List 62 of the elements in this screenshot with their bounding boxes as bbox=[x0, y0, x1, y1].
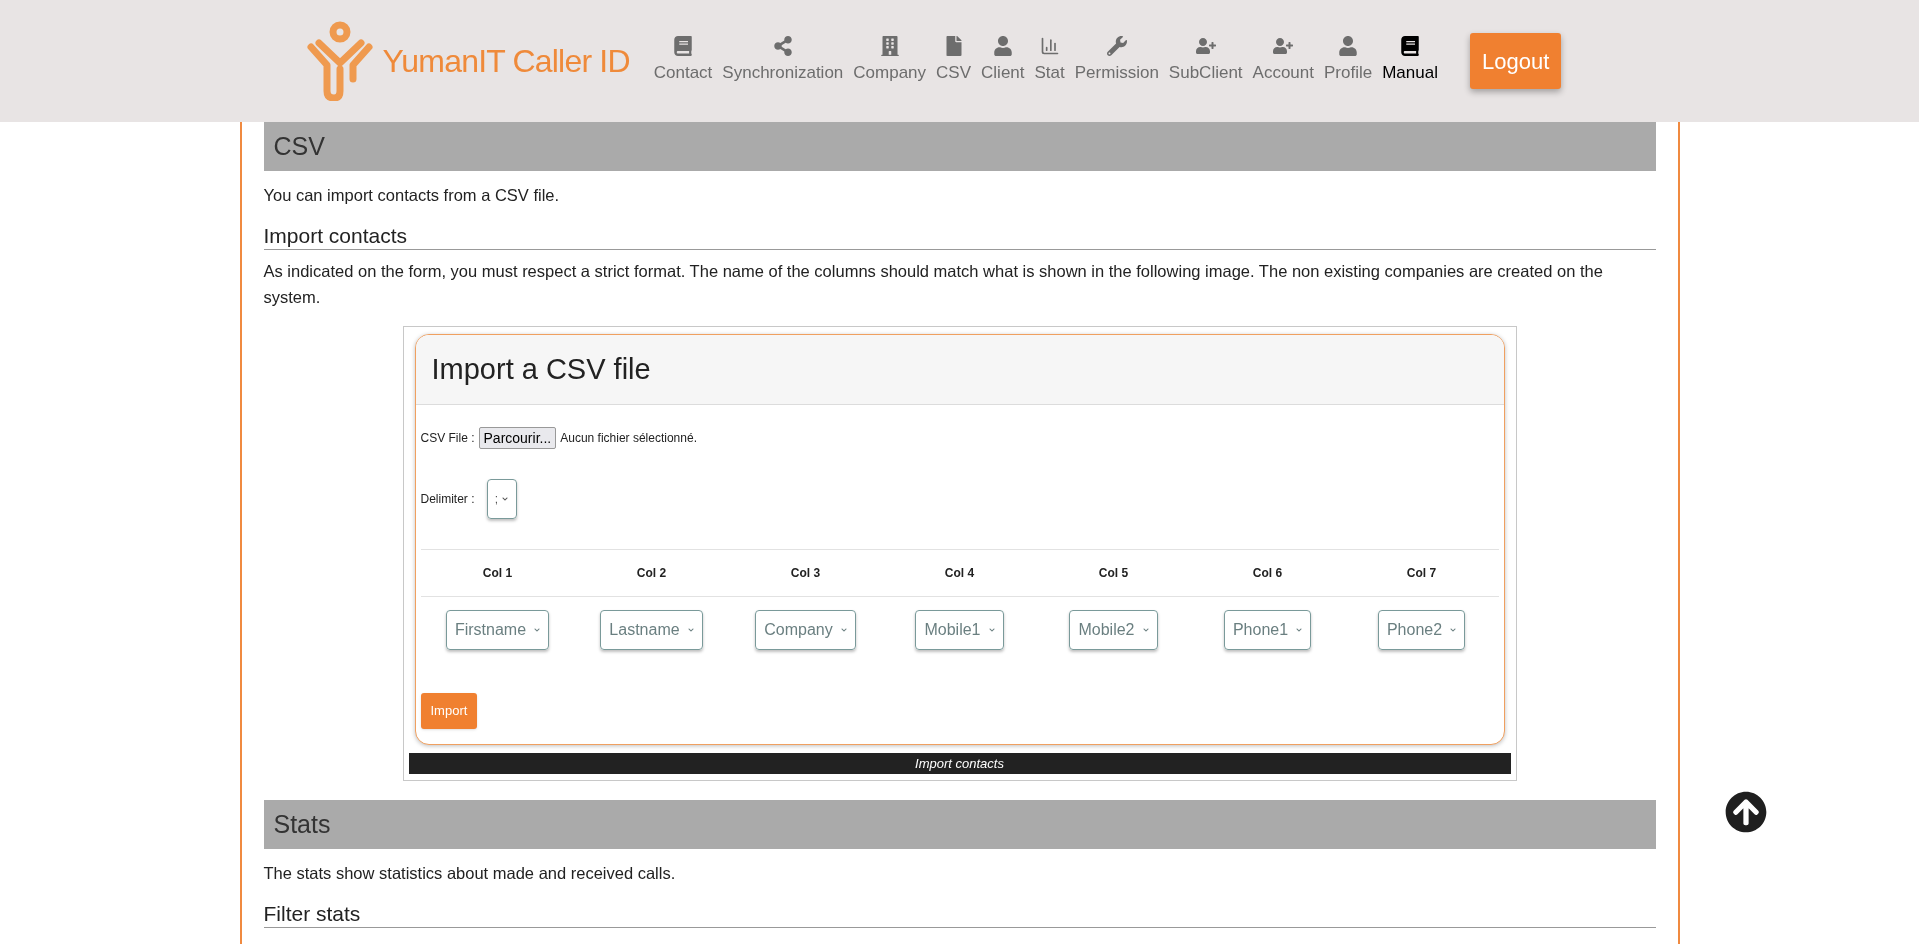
chevron-down-icon bbox=[1296, 626, 1303, 633]
nav-link[interactable]: Permission bbox=[1070, 36, 1163, 86]
column-select[interactable]: Phone1 bbox=[1223, 609, 1312, 650]
logout-button[interactable]: Logout bbox=[1469, 33, 1562, 89]
nav-link[interactable]: CSV bbox=[932, 36, 976, 86]
nav-link[interactable]: Stat bbox=[1030, 36, 1069, 86]
nav-link[interactable]: Client bbox=[977, 36, 1029, 86]
nav-link[interactable]: SubClient bbox=[1164, 36, 1247, 86]
subsection-title: Import contacts bbox=[263, 222, 1656, 250]
column-select[interactable]: Mobile2 bbox=[1069, 609, 1158, 650]
column-select[interactable]: Lastname bbox=[600, 609, 703, 650]
import-button[interactable]: Import bbox=[420, 692, 478, 729]
chevron-down-icon bbox=[1450, 626, 1457, 633]
nav-link[interactable]: Manual bbox=[1378, 36, 1442, 86]
chevron-down-icon bbox=[687, 626, 694, 633]
brand-name: YumanIT Caller ID bbox=[382, 42, 630, 81]
user-icon bbox=[1338, 36, 1359, 57]
user-plus-icon bbox=[1273, 36, 1294, 57]
image-caption: Import contacts bbox=[408, 752, 1511, 774]
nav-link[interactable]: Account bbox=[1248, 36, 1318, 86]
wrench-icon bbox=[1106, 36, 1127, 57]
column-select[interactable]: Firstname bbox=[445, 609, 550, 650]
column-header: Col 2 bbox=[635, 564, 668, 582]
column-select[interactable]: Mobile1 bbox=[915, 609, 1004, 650]
section-intro: The stats show statistics about made and received calls. bbox=[263, 862, 677, 884]
logo-icon bbox=[304, 21, 375, 101]
column-select[interactable]: Phone2 bbox=[1377, 609, 1466, 650]
column-select[interactable]: Company bbox=[755, 609, 856, 650]
nav-link[interactable]: Synchronization bbox=[718, 36, 848, 86]
column-header: Col 6 bbox=[1251, 564, 1284, 582]
chevron-down-icon bbox=[502, 495, 509, 502]
column-header: Col 1 bbox=[481, 564, 514, 582]
column-header: Col 3 bbox=[789, 564, 822, 582]
browse-button[interactable]: Parcourir... bbox=[478, 426, 557, 449]
back-to-top-button[interactable] bbox=[1725, 791, 1767, 833]
field-label: Delimiter : bbox=[420, 490, 475, 508]
column-header: Col 5 bbox=[1097, 564, 1130, 582]
building-icon bbox=[879, 36, 900, 57]
subsection-text: As indicated on the form, you must respect a strict format. The name of the columns should match what is shown in the following image. The non existing companies are created on the system. bbox=[263, 260, 1604, 308]
section-title: Stats bbox=[273, 808, 331, 840]
share-icon bbox=[772, 36, 793, 57]
section-intro: You can import contacts from a CSV file. bbox=[263, 185, 561, 206]
nav-link[interactable]: Contact bbox=[649, 36, 717, 86]
file-status: Aucun fichier sélectionné. bbox=[560, 429, 697, 447]
user-plus-icon bbox=[1195, 36, 1216, 57]
form-title: Import a CSV file bbox=[431, 351, 651, 387]
column-header: Col 4 bbox=[943, 564, 976, 582]
chevron-down-icon bbox=[840, 626, 847, 633]
book-icon bbox=[673, 36, 694, 57]
bar-chart-icon bbox=[1039, 36, 1060, 57]
field-label: CSV File : bbox=[420, 429, 475, 447]
delimiter-select[interactable]: ; bbox=[486, 478, 517, 519]
column-header: Col 7 bbox=[1405, 564, 1438, 582]
section-title: CSV bbox=[273, 130, 325, 162]
user-icon bbox=[992, 36, 1013, 57]
nav-link[interactable]: Profile bbox=[1320, 36, 1377, 86]
chevron-down-icon bbox=[534, 626, 541, 633]
chevron-down-icon bbox=[1142, 626, 1149, 633]
subsection-title: Filter stats bbox=[263, 900, 1656, 928]
nav-link[interactable]: Company bbox=[849, 36, 931, 86]
book-icon bbox=[1400, 36, 1421, 57]
chevron-down-icon bbox=[988, 626, 995, 633]
